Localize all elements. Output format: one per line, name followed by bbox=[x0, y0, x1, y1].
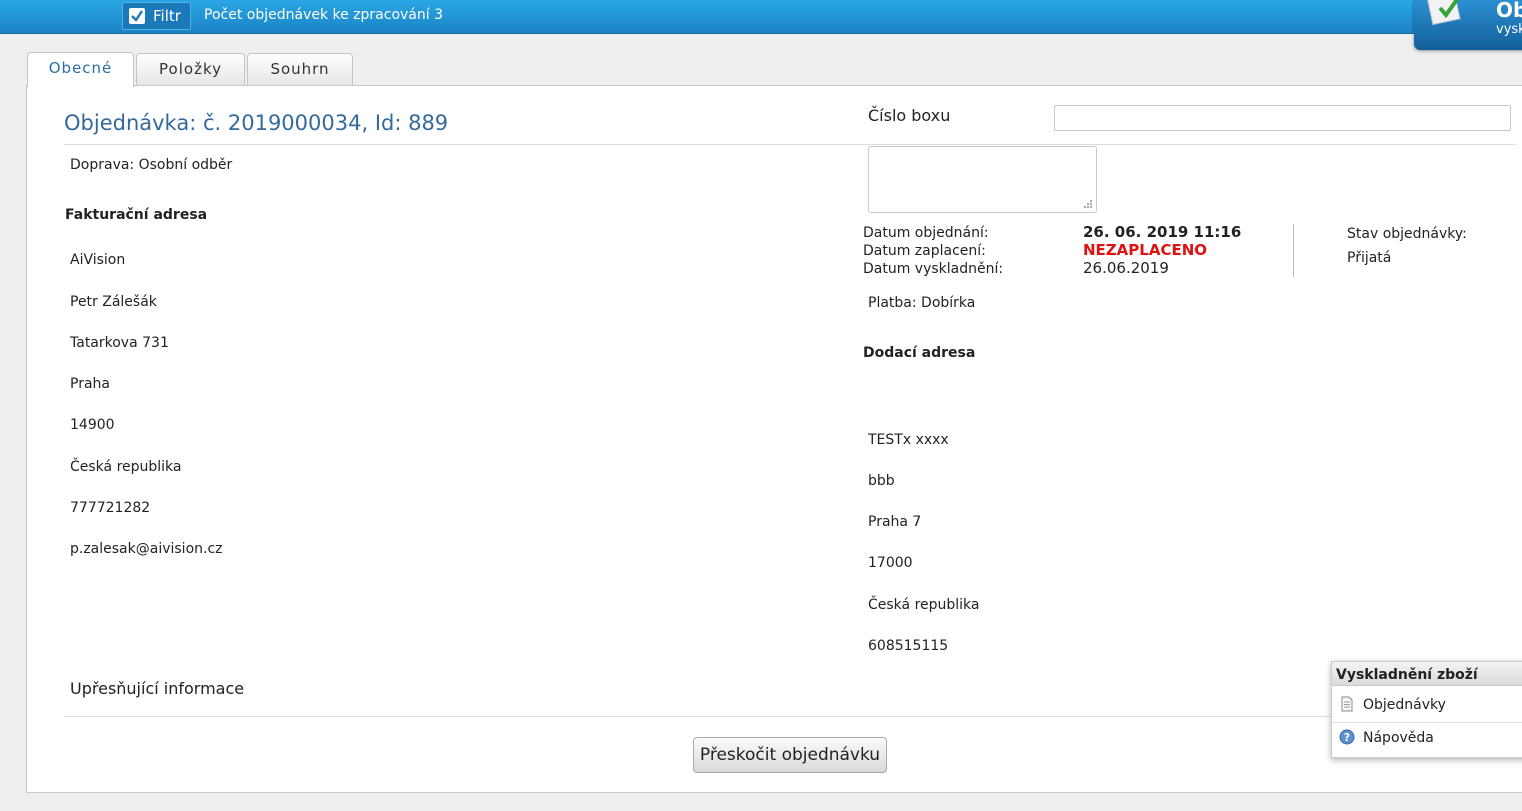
tab-panel bbox=[26, 85, 1522, 793]
checkbox-icon[interactable] bbox=[129, 8, 145, 24]
help-icon: ? bbox=[1339, 729, 1355, 745]
top-bar: Filtr Počet objednávek ke zpracování 3 bbox=[0, 0, 1522, 34]
payment-method: Platba: Dobírka bbox=[868, 295, 976, 311]
pending-orders-count: Počet objednávek ke zpracování 3 bbox=[204, 7, 443, 23]
side-menu-item-help[interactable]: ? Nápověda bbox=[1332, 722, 1522, 754]
resize-grip-icon[interactable] bbox=[1084, 200, 1093, 209]
module-header[interactable]: Ob vysk bbox=[1414, 0, 1522, 50]
billing-line: Petr Zálešák bbox=[70, 294, 157, 310]
divider bbox=[64, 716, 1516, 717]
delivery-heading: Dodací adresa bbox=[863, 345, 976, 361]
billing-line: 14900 bbox=[70, 417, 115, 433]
filter-label: Filtr bbox=[153, 7, 181, 25]
billing-heading: Fakturační adresa bbox=[65, 207, 208, 223]
billing-line: Tatarkova 731 bbox=[70, 335, 169, 351]
tab-summary[interactable]: Souhrn bbox=[247, 53, 353, 87]
transport-info: Doprava: Osobní odběr bbox=[70, 157, 233, 173]
delivery-line: Česká republika bbox=[868, 597, 980, 613]
dispatch-date-value: 26.06.2019 bbox=[1083, 259, 1169, 277]
document-icon bbox=[1341, 696, 1353, 712]
skip-order-button[interactable]: Přeskočit objednávku bbox=[693, 737, 887, 773]
page-title: Objednávka: č. 2019000034, Id: 889 bbox=[64, 111, 449, 135]
order-status-label: Stav objednávky: bbox=[1347, 226, 1467, 242]
side-menu-item-orders[interactable]: Objednávky bbox=[1332, 689, 1522, 721]
side-menu-title: Vyskladnění zboží bbox=[1332, 662, 1522, 686]
billing-line: Česká republika bbox=[70, 459, 182, 475]
billing-email: p.zalesak@aivision.cz bbox=[70, 541, 223, 557]
billing-line: Praha bbox=[70, 376, 110, 392]
box-number-input[interactable] bbox=[1054, 105, 1511, 131]
tab-items[interactable]: Položky bbox=[136, 53, 245, 87]
filter-button[interactable]: Filtr bbox=[122, 2, 191, 30]
dispatch-date-label: Datum vyskladnění: bbox=[863, 261, 1004, 277]
divider bbox=[64, 144, 1516, 145]
billing-line: AiVision bbox=[70, 252, 126, 268]
delivery-line: 17000 bbox=[868, 555, 913, 571]
tab-general[interactable]: Obecné bbox=[27, 52, 134, 87]
delivery-line: 608515115 bbox=[868, 638, 949, 654]
billing-line: 777721282 bbox=[70, 500, 151, 516]
divider bbox=[1293, 224, 1294, 277]
side-menu-item-label: Nápověda bbox=[1363, 730, 1434, 746]
order-date-label: Datum objednání: bbox=[863, 225, 989, 241]
extra-info-label: Upřesňující informace bbox=[70, 679, 245, 698]
delivery-line: bbb bbox=[868, 473, 895, 489]
module-title: Ob bbox=[1496, 0, 1522, 22]
note-textarea[interactable] bbox=[868, 146, 1097, 213]
side-menu-item-label: Objednávky bbox=[1363, 697, 1446, 713]
delivery-line: Praha 7 bbox=[868, 514, 922, 530]
payment-date-label: Datum zaplacení: bbox=[863, 243, 986, 259]
module-subtitle: vysk bbox=[1496, 22, 1522, 37]
payment-status-value: NEZAPLACENO bbox=[1083, 241, 1208, 259]
svg-text:?: ? bbox=[1344, 731, 1350, 744]
order-status-value: Přijatá bbox=[1347, 250, 1392, 266]
clipboard-check-icon bbox=[1426, 0, 1461, 26]
delivery-line: TESTx xxxx bbox=[868, 432, 949, 448]
box-number-label: Číslo boxu bbox=[868, 106, 951, 125]
side-menu: Vyskladnění zboží Objednávky ? Nápověda bbox=[1331, 661, 1522, 758]
order-date-value: 26. 06. 2019 11:16 bbox=[1083, 223, 1242, 241]
